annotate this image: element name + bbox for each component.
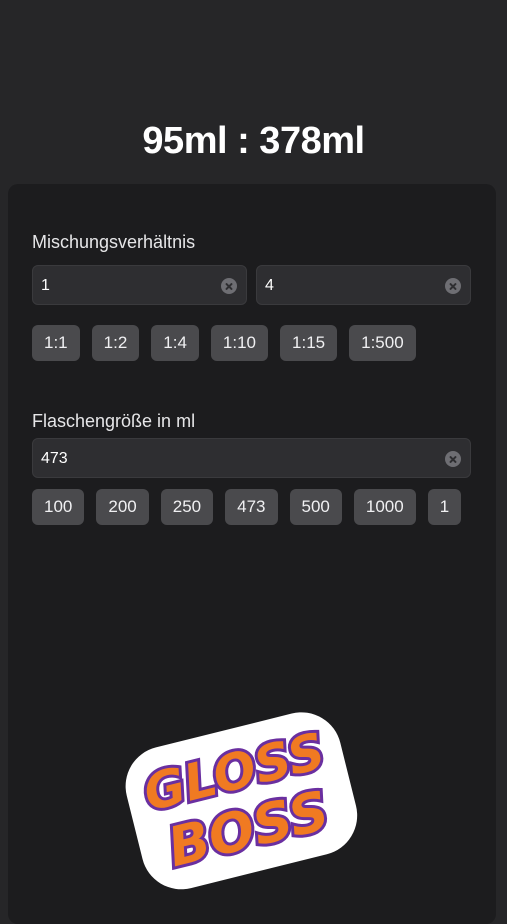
ratio-left-value: 1 — [41, 277, 50, 294]
bottle-preset-button[interactable]: 200 — [96, 489, 149, 525]
ratio-label: Mischungsverhältnis — [32, 232, 196, 252]
result-display: 95ml : 378ml — [142, 120, 365, 162]
bottle-preset-button[interactable]: 1 — [427, 489, 462, 525]
bottle-preset-button[interactable]: 250 — [160, 489, 214, 525]
clear-icon[interactable] — [221, 278, 237, 294]
ratio-preset-button[interactable]: 1:15 — [280, 325, 338, 361]
ratio-preset-button[interactable]: 1:2 — [91, 325, 140, 361]
bottle-preset-button[interactable]: 500 — [289, 489, 342, 525]
bottle-size-value: 473 — [41, 450, 68, 467]
clear-icon[interactable] — [445, 451, 461, 467]
gloss-boss-logo: GLOSS BOSS — [125, 712, 358, 890]
ratio-preset-button[interactable]: 1:1 — [32, 325, 80, 361]
ratio-preset-button[interactable]: 1:500 — [349, 325, 416, 361]
ratio-right-input[interactable]: 4 — [256, 265, 471, 305]
bottle-size-presets: 100 200 250 473 500 1000 1 — [32, 489, 471, 525]
ratio-preset-button[interactable]: 1:10 — [210, 325, 269, 361]
ratio-presets: 1:1 1:2 1:4 1:10 1:15 1:500 — [32, 325, 472, 361]
bottle-preset-button[interactable]: 1000 — [353, 489, 416, 525]
ratio-preset-button[interactable]: 1:4 — [151, 325, 199, 361]
clear-icon[interactable] — [445, 278, 461, 294]
bottle-size-label: Flaschengröße in ml — [32, 411, 196, 431]
bottle-preset-button[interactable]: 473 — [225, 489, 278, 525]
bottle-size-input[interactable]: 473 — [32, 438, 471, 478]
ratio-right-value: 4 — [265, 277, 274, 294]
bottle-preset-button[interactable]: 100 — [32, 489, 85, 525]
ratio-left-input[interactable]: 1 — [32, 265, 247, 305]
